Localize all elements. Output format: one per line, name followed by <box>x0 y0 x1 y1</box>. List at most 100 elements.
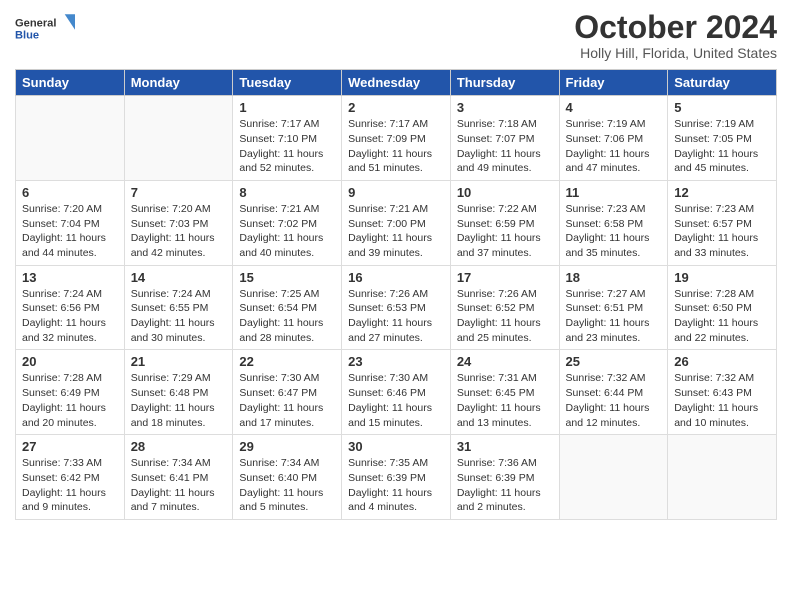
table-row: 20 Sunrise: 7:28 AM Sunset: 6:49 PM Dayli… <box>16 350 125 435</box>
day-number: 3 <box>457 100 553 115</box>
calendar-week-row: 6 Sunrise: 7:20 AM Sunset: 7:04 PM Daylig… <box>16 180 777 265</box>
table-row: 1 Sunrise: 7:17 AM Sunset: 7:10 PM Daylig… <box>233 96 342 181</box>
day-info: Sunrise: 7:28 AM Sunset: 6:49 PM Dayligh… <box>22 371 118 430</box>
title-area: October 2024 Holly Hill, Florida, United… <box>574 10 777 61</box>
table-row: 26 Sunrise: 7:32 AM Sunset: 6:43 PM Dayli… <box>668 350 777 435</box>
table-row: 17 Sunrise: 7:26 AM Sunset: 6:52 PM Dayli… <box>450 265 559 350</box>
day-number: 22 <box>239 354 335 369</box>
day-number: 20 <box>22 354 118 369</box>
day-info: Sunrise: 7:30 AM Sunset: 6:47 PM Dayligh… <box>239 371 335 430</box>
table-row: 25Sunrise: 7:32 AM Sunset: 6:44 PM Dayli… <box>559 350 668 435</box>
day-info: Sunrise: 7:25 AM Sunset: 6:54 PM Dayligh… <box>239 287 335 346</box>
table-row: 11Sunrise: 7:23 AM Sunset: 6:58 PM Dayli… <box>559 180 668 265</box>
day-info: Sunrise: 7:17 AM Sunset: 7:09 PM Dayligh… <box>348 117 444 176</box>
table-row <box>668 435 777 520</box>
day-number: 8 <box>239 185 335 200</box>
month-title: October 2024 <box>574 10 777 45</box>
table-row: 3 Sunrise: 7:18 AM Sunset: 7:07 PM Daylig… <box>450 96 559 181</box>
table-row: 4 Sunrise: 7:19 AM Sunset: 7:06 PM Daylig… <box>559 96 668 181</box>
day-number: 6 <box>22 185 118 200</box>
table-row: 31 Sunrise: 7:36 AM Sunset: 6:39 PM Dayli… <box>450 435 559 520</box>
table-row: 30Sunrise: 7:35 AM Sunset: 6:39 PM Dayli… <box>342 435 451 520</box>
day-info: Sunrise: 7:33 AM Sunset: 6:42 PM Dayligh… <box>22 456 118 515</box>
day-number: 24 <box>457 354 553 369</box>
table-row: 6 Sunrise: 7:20 AM Sunset: 7:04 PM Daylig… <box>16 180 125 265</box>
day-info: Sunrise: 7:21 AM Sunset: 7:02 PM Dayligh… <box>239 202 335 261</box>
day-info: Sunrise: 7:35 AM Sunset: 6:39 PM Dayligh… <box>348 456 444 515</box>
day-number: 17 <box>457 270 553 285</box>
day-number: 23 <box>348 354 444 369</box>
table-row: 29 Sunrise: 7:34 AM Sunset: 6:40 PM Dayli… <box>233 435 342 520</box>
calendar-week-row: 20 Sunrise: 7:28 AM Sunset: 6:49 PM Dayli… <box>16 350 777 435</box>
day-info: Sunrise: 7:26 AM Sunset: 6:52 PM Dayligh… <box>457 287 553 346</box>
day-info: Sunrise: 7:20 AM Sunset: 7:03 PM Dayligh… <box>131 202 227 261</box>
table-row: 5Sunrise: 7:19 AM Sunset: 7:05 PM Daylig… <box>668 96 777 181</box>
col-wednesday: Wednesday <box>342 70 451 96</box>
location: Holly Hill, Florida, United States <box>574 45 777 61</box>
day-number: 16 <box>348 270 444 285</box>
col-saturday: Saturday <box>668 70 777 96</box>
day-info: Sunrise: 7:31 AM Sunset: 6:45 PM Dayligh… <box>457 371 553 430</box>
day-number: 14 <box>131 270 227 285</box>
svg-text:General: General <box>15 17 56 29</box>
table-row: 22 Sunrise: 7:30 AM Sunset: 6:47 PM Dayli… <box>233 350 342 435</box>
day-info: Sunrise: 7:32 AM Sunset: 6:43 PM Dayligh… <box>674 371 770 430</box>
calendar-week-row: 27 Sunrise: 7:33 AM Sunset: 6:42 PM Dayli… <box>16 435 777 520</box>
day-info: Sunrise: 7:32 AM Sunset: 6:44 PM Dayligh… <box>566 371 662 430</box>
day-number: 12 <box>674 185 770 200</box>
table-row: 16 Sunrise: 7:26 AM Sunset: 6:53 PM Dayli… <box>342 265 451 350</box>
day-number: 28 <box>131 439 227 454</box>
table-row: 8 Sunrise: 7:21 AM Sunset: 7:02 PM Daylig… <box>233 180 342 265</box>
calendar-header-row: Sunday Monday Tuesday Wednesday Thursday… <box>16 70 777 96</box>
col-friday: Friday <box>559 70 668 96</box>
day-number: 7 <box>131 185 227 200</box>
table-row: 24 Sunrise: 7:31 AM Sunset: 6:45 PM Dayli… <box>450 350 559 435</box>
day-info: Sunrise: 7:34 AM Sunset: 6:40 PM Dayligh… <box>239 456 335 515</box>
day-number: 29 <box>239 439 335 454</box>
table-row: 28Sunrise: 7:34 AM Sunset: 6:41 PM Dayli… <box>124 435 233 520</box>
day-number: 2 <box>348 100 444 115</box>
table-row <box>559 435 668 520</box>
svg-text:Blue: Blue <box>15 29 39 41</box>
table-row: 23 Sunrise: 7:30 AM Sunset: 6:46 PM Dayli… <box>342 350 451 435</box>
day-number: 18 <box>566 270 662 285</box>
day-info: Sunrise: 7:27 AM Sunset: 6:51 PM Dayligh… <box>566 287 662 346</box>
day-info: Sunrise: 7:24 AM Sunset: 6:55 PM Dayligh… <box>131 287 227 346</box>
calendar: Sunday Monday Tuesday Wednesday Thursday… <box>15 69 777 520</box>
day-info: Sunrise: 7:28 AM Sunset: 6:50 PM Dayligh… <box>674 287 770 346</box>
day-info: Sunrise: 7:17 AM Sunset: 7:10 PM Dayligh… <box>239 117 335 176</box>
day-number: 15 <box>239 270 335 285</box>
logo-svg: General Blue <box>15 10 75 46</box>
day-number: 11 <box>566 185 662 200</box>
col-thursday: Thursday <box>450 70 559 96</box>
table-row: 15 Sunrise: 7:25 AM Sunset: 6:54 PM Dayli… <box>233 265 342 350</box>
day-info: Sunrise: 7:19 AM Sunset: 7:05 PM Dayligh… <box>674 117 770 176</box>
day-number: 9 <box>348 185 444 200</box>
table-row <box>16 96 125 181</box>
day-number: 26 <box>674 354 770 369</box>
day-number: 31 <box>457 439 553 454</box>
day-info: Sunrise: 7:30 AM Sunset: 6:46 PM Dayligh… <box>348 371 444 430</box>
table-row: 12 Sunrise: 7:23 AM Sunset: 6:57 PM Dayli… <box>668 180 777 265</box>
day-number: 21 <box>131 354 227 369</box>
table-row: 21 Sunrise: 7:29 AM Sunset: 6:48 PM Dayli… <box>124 350 233 435</box>
calendar-week-row: 13Sunrise: 7:24 AM Sunset: 6:56 PM Dayli… <box>16 265 777 350</box>
day-info: Sunrise: 7:20 AM Sunset: 7:04 PM Dayligh… <box>22 202 118 261</box>
day-number: 10 <box>457 185 553 200</box>
day-info: Sunrise: 7:26 AM Sunset: 6:53 PM Dayligh… <box>348 287 444 346</box>
day-info: Sunrise: 7:24 AM Sunset: 6:56 PM Dayligh… <box>22 287 118 346</box>
day-number: 27 <box>22 439 118 454</box>
table-row: 14 Sunrise: 7:24 AM Sunset: 6:55 PM Dayli… <box>124 265 233 350</box>
table-row: 13Sunrise: 7:24 AM Sunset: 6:56 PM Dayli… <box>16 265 125 350</box>
day-info: Sunrise: 7:36 AM Sunset: 6:39 PM Dayligh… <box>457 456 553 515</box>
table-row: 10Sunrise: 7:22 AM Sunset: 6:59 PM Dayli… <box>450 180 559 265</box>
col-sunday: Sunday <box>16 70 125 96</box>
day-info: Sunrise: 7:23 AM Sunset: 6:57 PM Dayligh… <box>674 202 770 261</box>
table-row: 7 Sunrise: 7:20 AM Sunset: 7:03 PM Daylig… <box>124 180 233 265</box>
day-number: 4 <box>566 100 662 115</box>
day-info: Sunrise: 7:19 AM Sunset: 7:06 PM Dayligh… <box>566 117 662 176</box>
day-info: Sunrise: 7:18 AM Sunset: 7:07 PM Dayligh… <box>457 117 553 176</box>
day-info: Sunrise: 7:29 AM Sunset: 6:48 PM Dayligh… <box>131 371 227 430</box>
day-number: 1 <box>239 100 335 115</box>
table-row: 2 Sunrise: 7:17 AM Sunset: 7:09 PM Daylig… <box>342 96 451 181</box>
